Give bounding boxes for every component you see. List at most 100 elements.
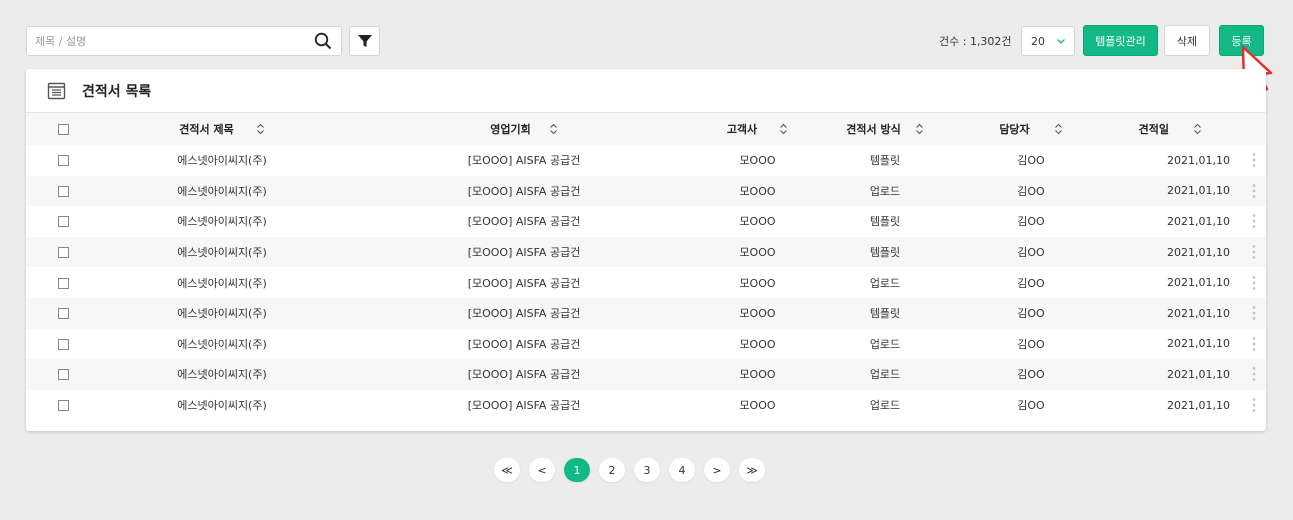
cell-manager: 김OO [1017,307,1045,321]
more-vertical-icon[interactable] [1252,366,1256,382]
cell-date: 2021,01,10 [1167,306,1230,320]
cell-manager: 김OO [1017,337,1045,351]
pagination: ≪ < 1 2 3 4 > ≫ [494,458,765,482]
table-row[interactable]: 에스넷아이씨지(주) [모OOO] AISFA 공급건 모OOO 업로드 김OO 2021… [26,267,1266,298]
delete-button[interactable]: 삭제 [1164,25,1210,56]
per-page-select[interactable]: 20 [1021,26,1075,56]
cell-customer: 모OOO [739,184,776,198]
row-checkbox[interactable] [58,277,69,289]
sort-icon[interactable] [256,123,265,135]
row-checkbox[interactable] [58,308,69,320]
sort-icon[interactable] [915,123,924,135]
cell-title: 에스넷아이씨지(주) [177,399,267,413]
page-button-3[interactable]: 3 [634,458,660,482]
cell-opportunity: [모OOO] AISFA 공급건 [467,246,581,260]
page-last-button[interactable]: ≫ [739,458,765,482]
cell-method: 업로드 [869,337,901,351]
cell-method: 템플릿 [869,246,901,260]
more-vertical-icon[interactable] [1252,183,1256,199]
search-input[interactable] [27,27,297,55]
page-button-4[interactable]: 4 [669,458,695,482]
chevron-down-icon [1057,39,1065,44]
sort-icon[interactable] [1054,123,1063,135]
cell-title: 에스넷아이씨지(주) [177,276,267,290]
template-manage-button[interactable]: 템플릿관리 [1083,25,1158,56]
table-row[interactable]: 에스넷아이씨지(주) [모OOO] AISFA 공급건 모OOO 업로드 김OO 2021… [26,175,1266,207]
table-row[interactable]: 에스넷아이씨지(주) [모OOO] AISFA 공급건 모OOO 템플릿 김OO 2021… [26,236,1266,268]
cell-date: 2021,01,10 [1167,184,1230,198]
more-vertical-icon[interactable] [1252,305,1256,321]
table-row[interactable]: 에스넷아이씨지(주) [모OOO] AISFA 공급건 모OOO 템플릿 김OO 2021… [26,145,1266,176]
cell-title: 에스넷아이씨지(주) [177,215,267,229]
cell-method: 업로드 [869,184,901,198]
cell-customer: 모OOO [739,215,776,229]
cell-title: 에스넷아이씨지(주) [177,368,267,382]
cell-manager: 김OO [1017,215,1045,229]
cell-opportunity: [모OOO] AISFA 공급건 [467,368,581,382]
cell-title: 에스넷아이씨지(주) [177,154,267,168]
cell-method: 업로드 [869,276,901,290]
per-page-value: 20 [1031,34,1045,48]
sort-icon[interactable] [549,123,558,135]
document-list-icon [47,82,66,99]
cell-method: 템플릿 [869,154,901,168]
cell-manager: 김OO [1017,184,1045,198]
more-vertical-icon[interactable] [1252,213,1256,229]
col-header-opportunity[interactable]: 영업기회 [343,113,705,145]
col-header-manager[interactable]: 담당자 [960,113,1102,145]
sort-icon[interactable] [779,123,788,135]
more-vertical-icon[interactable] [1252,152,1256,168]
page-next-button[interactable]: > [704,458,730,482]
col-header-method[interactable]: 견적서 방식 [810,113,960,145]
cell-customer: 모OOO [739,368,776,382]
table-row[interactable]: 에스넷아이씨지(주) [모OOO] AISFA 공급건 모OOO 템플릿 김OO 2021… [26,206,1266,237]
table-row[interactable]: 에스넷아이씨지(주) [모OOO] AISFA 공급건 모OOO 업로드 김OO 2021… [26,329,1266,360]
row-checkbox[interactable] [58,338,69,350]
select-all-checkbox[interactable] [58,124,69,135]
cell-opportunity: [모OOO] AISFA 공급건 [467,215,581,229]
more-vertical-icon[interactable] [1252,336,1256,352]
col-header-customer[interactable]: 고객사 [705,113,810,145]
table-row[interactable]: 에스넷아이씨지(주) [모OOO] AISFA 공급건 모OOO 업로드 김OO 2021… [26,390,1266,421]
cell-manager: 김OO [1017,246,1045,260]
table-row[interactable]: 에스넷아이씨지(주) [모OOO] AISFA 공급건 모OOO 템플릿 김OO 2021… [26,297,1266,329]
cell-manager: 김OO [1017,154,1045,168]
cell-title: 에스넷아이씨지(주) [177,184,267,198]
cell-opportunity: [모OOO] AISFA 공급건 [467,184,581,198]
cell-customer: 모OOO [739,337,776,351]
more-vertical-icon[interactable] [1252,244,1256,260]
col-header-date[interactable]: 견적일 [1102,113,1242,145]
row-checkbox[interactable] [58,216,69,228]
cell-date: 2021,01,10 [1167,214,1230,228]
row-checkbox[interactable] [58,185,69,197]
table-row[interactable]: 에스넷아이씨지(주) [모OOO] AISFA 공급건 모OOO 업로드 김OO 2021… [26,359,1266,390]
row-checkbox[interactable] [58,247,69,259]
cell-customer: 모OOO [739,399,776,413]
cell-customer: 모OOO [739,307,776,321]
cell-method: 업로드 [869,368,901,382]
cell-opportunity: [모OOO] AISFA 공급건 [467,307,581,321]
cell-customer: 모OOO [739,246,776,260]
cell-opportunity: [모OOO] AISFA 공급건 [467,276,581,290]
page-first-button[interactable]: ≪ [494,458,520,482]
page-prev-button[interactable]: < [529,458,555,482]
cell-date: 2021,01,10 [1167,276,1230,290]
cell-title: 에스넷아이씨지(주) [177,307,267,321]
col-header-title[interactable]: 견적서 제목 [101,113,343,145]
page-button-2[interactable]: 2 [599,458,625,482]
panel-header: 견적서 목록 [26,69,1266,113]
filter-button[interactable] [349,26,380,56]
cell-manager: 김OO [1017,399,1045,413]
panel-title: 견적서 목록 [82,83,152,100]
search-icon[interactable] [314,32,332,50]
row-checkbox[interactable] [58,400,69,412]
row-checkbox[interactable] [58,369,69,381]
cell-manager: 김OO [1017,368,1045,382]
more-vertical-icon[interactable] [1252,275,1256,291]
table-header-row: 견적서 제목 영업기회 고객사 견적서 방식 담당자 견적일 [26,113,1266,145]
page-button-1[interactable]: 1 [564,458,590,482]
more-vertical-icon[interactable] [1252,397,1256,413]
sort-icon[interactable] [1193,123,1202,135]
quote-list-panel: 견적서 목록 견적서 제목 영업기회 고객사 견적서 방식 담당자 견적일 에스… [26,69,1266,431]
row-checkbox[interactable] [58,155,69,167]
